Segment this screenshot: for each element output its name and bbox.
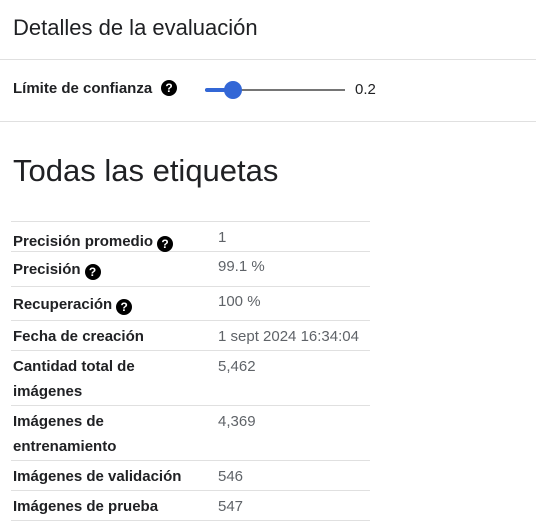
metric-label: Imágenes de validación — [13, 468, 182, 485]
metric-value: 5,462 — [218, 358, 256, 375]
slider-thumb[interactable] — [224, 81, 242, 99]
confidence-value: 0.2 — [355, 81, 376, 98]
metric-label: Precisión? — [13, 257, 101, 282]
metric-value: 1 — [218, 229, 227, 246]
metric-row-validation-images: Imágenes de validación 546 — [11, 461, 370, 491]
metric-label: Fecha de creación — [13, 328, 144, 345]
metrics-table: Precisión promedio? 1 Precisión? 99.1 % … — [11, 221, 370, 521]
help-circle-icon[interactable]: ? — [116, 299, 133, 315]
metric-label: Precisión promedio? — [13, 229, 174, 254]
evaluation-header: Detalles de la evaluación — [0, 0, 536, 60]
confidence-threshold-row: Límite de confianza ? 0.2 — [0, 60, 536, 122]
metric-label: Recuperación? — [13, 292, 133, 317]
metric-label-text: Recuperación — [13, 296, 113, 313]
metric-row-test-images: Imágenes de prueba 547 — [11, 491, 370, 521]
metric-label-text: Precisión — [13, 261, 81, 278]
metric-value: 546 — [218, 468, 244, 485]
help-circle-icon[interactable]: ? — [161, 80, 177, 96]
metric-value: 99.1 % — [218, 258, 265, 275]
metric-value: 4,369 — [218, 413, 256, 430]
help-circle-icon[interactable]: ? — [157, 236, 174, 252]
metric-row-precision: Precisión? 99.1 % — [11, 252, 370, 287]
help-circle-icon[interactable]: ? — [84, 264, 101, 280]
metric-label: Cantidad total de imágenes — [13, 358, 135, 400]
metric-row-training-images: Imágenes de entrenamiento 4,369 — [11, 406, 370, 461]
metric-label: Imágenes de entrenamiento — [13, 413, 117, 455]
page-title: Detalles de la evaluación — [13, 15, 258, 40]
metric-label: Imágenes de prueba — [13, 498, 159, 515]
metric-label-text: Precisión promedio — [13, 233, 154, 250]
metric-value: 100 % — [218, 293, 261, 310]
metric-row-average-precision: Precisión promedio? 1 — [11, 222, 370, 252]
metric-row-created: Fecha de creación 1 sept 2024 16:34:04 — [11, 321, 370, 351]
section-title: Todas las etiquetas — [13, 153, 279, 188]
confidence-label: Límite de confianza — [13, 80, 153, 97]
confidence-slider[interactable] — [205, 80, 345, 100]
metric-row-total-images: Cantidad total de imágenes 5,462 — [11, 351, 370, 406]
metric-value: 1 sept 2024 16:34:04 — [218, 328, 359, 345]
metric-value: 547 — [218, 498, 244, 515]
metric-row-recall: Recuperación? 100 % — [11, 287, 370, 321]
